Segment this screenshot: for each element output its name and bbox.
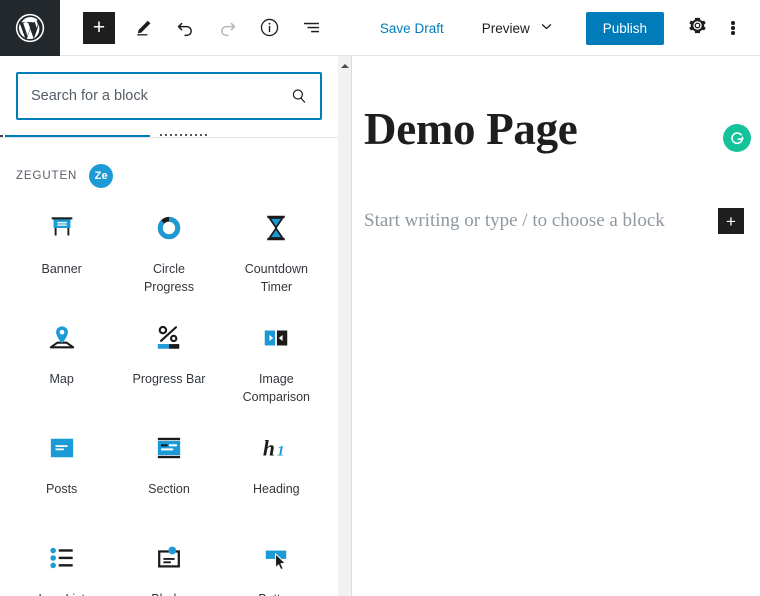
posts-card-icon xyxy=(44,430,80,466)
heading-h1-icon: h 1 xyxy=(258,430,294,466)
block-label: Icon List xyxy=(38,590,85,596)
block-label: Button xyxy=(258,590,294,596)
percent-progress-bar-icon xyxy=(151,320,187,356)
blurbs-card-icon xyxy=(151,540,187,576)
block-item-section[interactable]: Section xyxy=(115,416,222,526)
wordpress-logo-icon xyxy=(13,11,47,45)
block-item-blurbs[interactable]: Blurbs xyxy=(115,526,222,596)
block-category-title: ZEGUTEN xyxy=(16,170,78,182)
block-inserter-panel: ZEGUTEN Ze Banner xyxy=(0,56,338,596)
block-label: Image Comparison xyxy=(242,372,311,405)
map-pin-icon xyxy=(44,320,80,356)
more-options-button[interactable] xyxy=(718,13,748,43)
block-item-banner[interactable]: Banner xyxy=(8,196,115,306)
block-item-circle-progress[interactable]: Circle Progress xyxy=(115,196,222,306)
toolbar-right-actions: Save Draft Preview Publish xyxy=(370,0,760,56)
block-label: Section xyxy=(148,482,190,496)
hourglass-icon xyxy=(258,210,294,246)
block-item-posts[interactable]: Posts xyxy=(8,416,115,526)
wordpress-logo-button[interactable] xyxy=(0,0,60,56)
toolbar-left-tools: + xyxy=(60,11,325,44)
save-draft-button[interactable]: Save Draft xyxy=(370,15,454,42)
paragraph-placeholder[interactable]: Start writing or type / to choose a bloc… xyxy=(353,210,718,232)
editor-toolbar: + Save Draft Preview Publish xyxy=(0,0,760,56)
edit-pencil-icon xyxy=(133,17,154,38)
settings-sidebar-button[interactable] xyxy=(682,13,712,43)
block-label: Countdown Timer xyxy=(244,262,308,295)
block-item-map[interactable]: Map xyxy=(8,306,115,416)
chevron-down-icon xyxy=(539,19,554,37)
block-label: Banner xyxy=(41,262,82,276)
undo-button[interactable] xyxy=(171,14,199,42)
tab-inactive-indicator xyxy=(160,134,208,136)
preview-label: Preview xyxy=(481,20,530,36)
image-comparison-slider-icon xyxy=(258,320,294,356)
block-item-button[interactable]: Button xyxy=(223,526,330,596)
list-view-button[interactable] xyxy=(297,14,325,42)
inserter-scrollbar[interactable] xyxy=(338,56,352,596)
undo-icon xyxy=(175,17,196,38)
block-label: Map xyxy=(49,372,74,386)
more-vertical-dots-icon xyxy=(731,20,735,37)
block-label: Circle Progress xyxy=(143,262,194,295)
add-block-button[interactable]: + xyxy=(718,208,744,234)
redo-button[interactable] xyxy=(213,14,241,42)
block-item-countdown-timer[interactable]: Countdown Timer xyxy=(223,196,330,306)
svg-text:h: h xyxy=(263,437,275,461)
svg-text:1: 1 xyxy=(277,444,285,460)
gear-icon xyxy=(688,16,707,40)
block-type-grid: Banner Circle Progress Countdown Timer M… xyxy=(0,188,338,596)
editor-canvas: Demo Page Start writing or type / to cho… xyxy=(353,56,760,596)
block-inserter-toggle-button[interactable]: + xyxy=(83,11,115,44)
block-item-heading: h 1 Heading xyxy=(223,416,330,526)
block-search-box[interactable] xyxy=(16,72,322,120)
zeguten-badge-icon: Ze xyxy=(89,164,114,188)
circle-progress-icon xyxy=(151,210,187,246)
grammarly-g-icon[interactable] xyxy=(723,124,751,152)
info-icon xyxy=(259,17,280,38)
banner-sign-icon xyxy=(44,210,80,246)
empty-paragraph-block[interactable]: Start writing or type / to choose a bloc… xyxy=(353,208,760,234)
block-item-image-comparison[interactable]: Image Comparison xyxy=(223,306,330,416)
wordpress-block-editor: + Save Draft Preview Publish Search for … xyxy=(0,0,760,596)
block-search-area xyxy=(0,56,338,120)
section-layout-icon xyxy=(151,430,187,466)
search-icon xyxy=(290,87,308,105)
redo-icon xyxy=(217,17,238,38)
block-item-icon-list[interactable]: Icon List xyxy=(8,526,115,596)
publish-button[interactable]: Publish xyxy=(585,11,664,45)
block-item-progress-bar[interactable]: Progress Bar xyxy=(115,306,222,416)
block-label: Progress Bar xyxy=(132,372,206,386)
details-info-button[interactable] xyxy=(255,14,283,42)
list-view-icon xyxy=(301,17,322,38)
block-label: Posts xyxy=(46,482,78,496)
search-input[interactable] xyxy=(17,88,321,104)
preview-dropdown-button[interactable]: Preview xyxy=(472,13,564,43)
inserter-tab-strip[interactable] xyxy=(0,128,338,138)
block-category-header: ZEGUTEN Ze xyxy=(0,138,338,188)
block-label: Blurbs xyxy=(151,590,186,596)
button-cursor-icon xyxy=(258,540,294,576)
icon-list-icon xyxy=(44,540,80,576)
scroll-up-arrow-icon[interactable] xyxy=(338,56,352,72)
tab-active-indicator xyxy=(5,134,150,137)
block-label: Heading xyxy=(253,482,300,496)
page-title[interactable]: Demo Page xyxy=(353,56,760,156)
edit-pencil-icon-button[interactable] xyxy=(129,14,157,42)
